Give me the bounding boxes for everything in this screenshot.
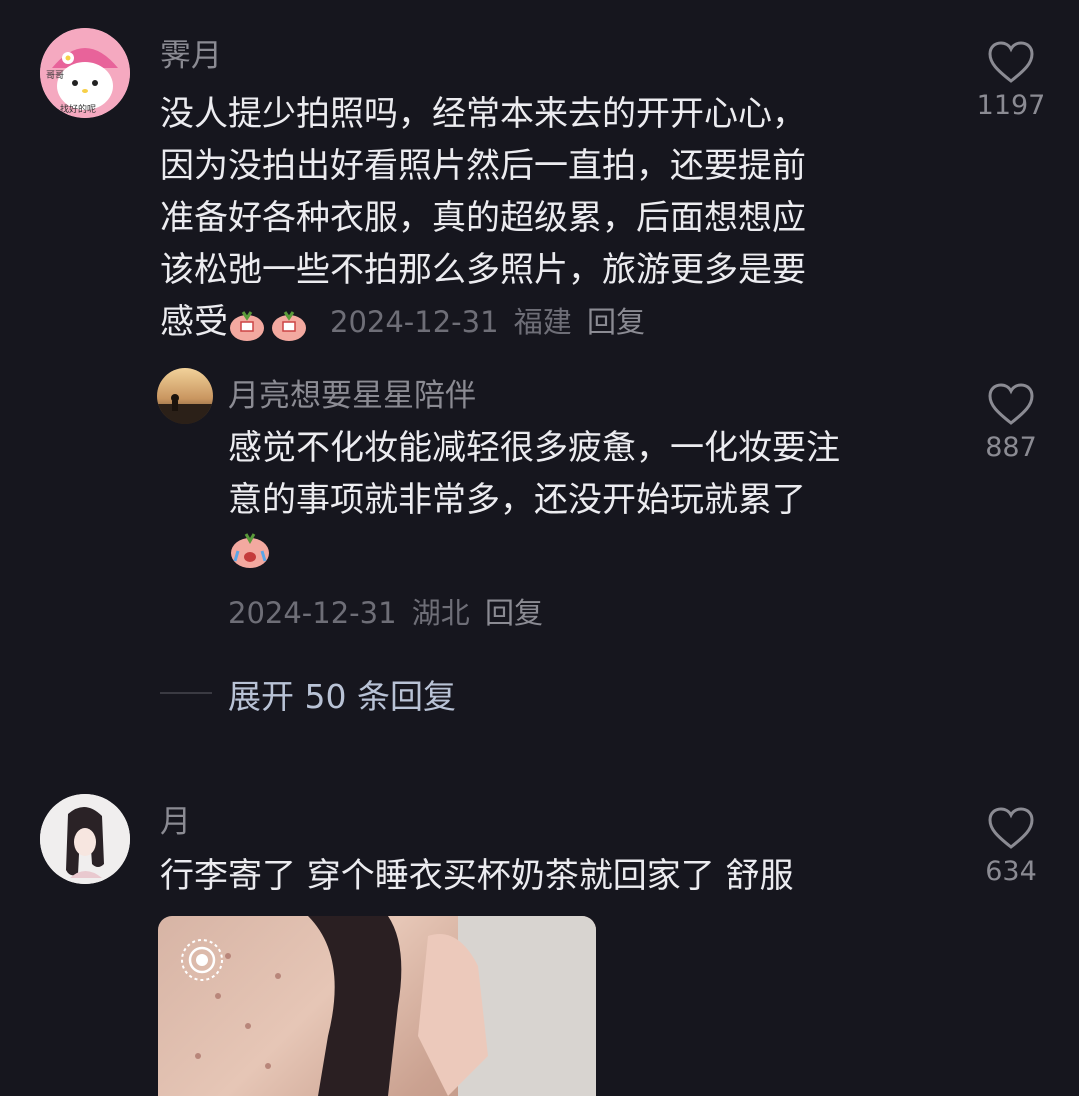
reply-meta: 2024-12-31 湖北 回复 (228, 590, 543, 632)
heart-icon (988, 807, 1034, 849)
reply-line: 感觉不化妆能减轻很多疲惫，一化妆要注 (228, 428, 840, 468)
reply-reply-button[interactable]: 回复 (485, 596, 543, 630)
comment-text: 行李寄了 穿个睡衣买杯奶茶就回家了 舒服 (160, 856, 794, 896)
reply-avatar[interactable] (157, 368, 213, 424)
reply-like-count: 887 (985, 432, 1037, 463)
crying-peach-emoji-icon (228, 529, 272, 569)
reply-text: 感觉不化妆能减轻很多疲惫，一化妆要注 意的事项就非常多，还没开始玩就累了 (228, 422, 948, 578)
reply-like-button[interactable]: 887 (976, 382, 1046, 463)
like-button[interactable]: 1197 (976, 40, 1046, 121)
avatar[interactable] (40, 794, 130, 884)
avatar-text-top: 哥哥 (46, 71, 65, 81)
comment-meta: 2024-12-31 福建 回复 (330, 296, 645, 348)
girl-avatar-icon (40, 794, 130, 884)
comment-username[interactable]: 月 (160, 796, 191, 841)
peach-emoji-icon (270, 305, 308, 341)
reply-date: 2024-12-31 (228, 596, 397, 630)
comment-line: 没人提少拍照吗，经常本来去的开开心心， (160, 94, 806, 134)
expand-replies-button[interactable]: 展开 50 条回复 (228, 670, 456, 718)
avatar-text-bottom: 找好的呢 (60, 105, 97, 115)
comment-line: 该松弛一些不拍那么多照片，旅游更多是要 (160, 250, 806, 290)
comment-date: 2024-12-31 (330, 305, 499, 339)
expand-divider (160, 692, 212, 694)
comment-username[interactable]: 霁月 (160, 30, 222, 75)
live-photo-icon[interactable] (178, 936, 226, 984)
reply-button[interactable]: 回复 (587, 305, 645, 339)
reply-line: 意的事项就非常多，还没开始玩就累了 (228, 480, 806, 520)
silhouette-avatar-icon (157, 394, 213, 424)
avatar[interactable]: 哥哥 找好的呢 (40, 28, 130, 118)
like-count: 634 (985, 856, 1037, 887)
reply-location: 湖北 (411, 596, 470, 630)
heart-icon (988, 41, 1034, 83)
like-count: 1197 (976, 90, 1046, 121)
peach-emoji-icon (228, 305, 266, 341)
reply-emoji-line (228, 526, 948, 578)
comment-text: 没人提少拍照吗，经常本来去的开开心心， 因为没拍出好看照片然后一直拍，还要提前 … (160, 88, 950, 348)
comment-line: 准备好各种衣服，真的超级累，后面想想应 (160, 198, 806, 238)
like-button[interactable]: 634 (976, 806, 1046, 887)
heart-icon (988, 383, 1034, 425)
comment-line: 感受 (160, 302, 228, 342)
comment-line: 因为没拍出好看照片然后一直拍，还要提前 (160, 146, 806, 186)
reply-username[interactable]: 月亮想要星星陪伴 (228, 370, 476, 415)
comment-photo[interactable] (158, 916, 596, 1096)
comment-last-line: 感受 2024-12-31 福建 回复 (160, 296, 950, 348)
comment-location: 福建 (513, 305, 572, 339)
